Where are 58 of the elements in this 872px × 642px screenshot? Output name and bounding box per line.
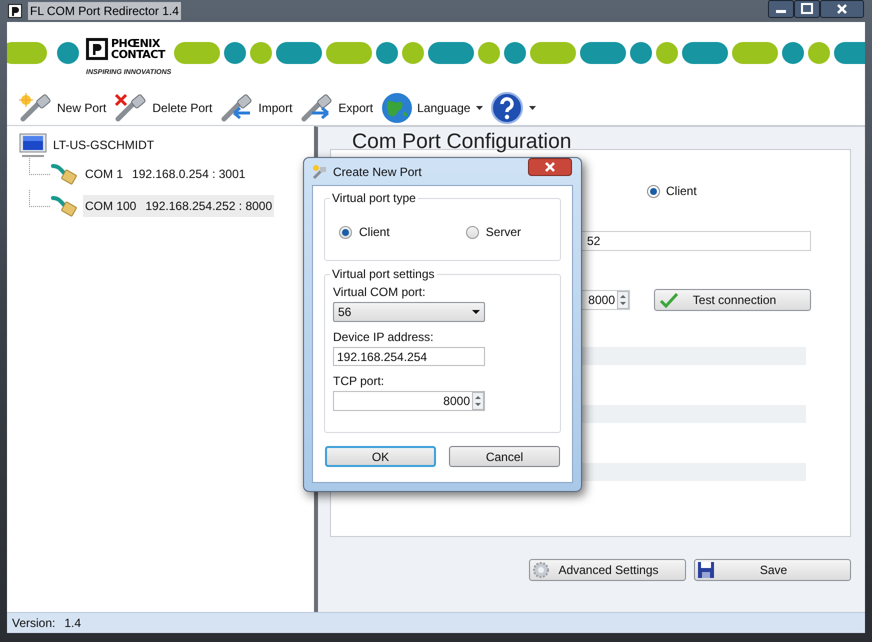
com-port-dropdown[interactable]: 56 (333, 302, 485, 322)
window-title: FL COM Port Redirector 1.4 (28, 2, 181, 20)
minimize-icon (768, 0, 794, 18)
radio-label: Server (486, 224, 522, 241)
plug-icon (312, 164, 328, 180)
gear-icon (532, 561, 550, 579)
tree-item[interactable]: LT-US-GSCHMIDT (53, 136, 154, 154)
network-cable-icon (51, 194, 77, 218)
section-heading: Com Port Configuration (352, 131, 572, 153)
spin-arrows-icon (617, 291, 629, 309)
globe-icon (381, 92, 414, 124)
group-legend: Virtual port type (330, 191, 418, 205)
logo-text: CONTACT (111, 49, 165, 60)
help-icon (491, 92, 524, 124)
dialog-button[interactable]: Cancel (449, 446, 560, 467)
tree-item[interactable]: COM 100 192.168.254.252 : 8000 (83, 195, 274, 217)
spin-arrows-icon (472, 392, 484, 410)
field-label: Device IP address: (333, 330, 434, 344)
plug-icon (19, 92, 53, 122)
app-icon (8, 4, 22, 18)
maximize-icon (794, 0, 820, 18)
tree-item[interactable]: COM 1 192.168.0.254 : 3001 (83, 163, 248, 185)
radio-button[interactable] (647, 184, 660, 198)
test-connection-button[interactable]: Test connection (654, 289, 811, 311)
radio-label: Client (666, 183, 697, 200)
checkmark-icon (659, 292, 679, 308)
version-number: 1.4 (64, 615, 82, 632)
logo-icon (86, 38, 108, 60)
tree-line-icon (29, 158, 51, 175)
toolbar-button[interactable] (489, 92, 538, 124)
close-icon (820, 0, 864, 18)
field-label: Virtual COM port: (333, 285, 426, 299)
caret-icon (472, 310, 480, 314)
field-label: TCP port: (333, 374, 386, 388)
toolbar-button[interactable]: Import (218, 92, 294, 124)
group-legend: Virtual port settings (330, 267, 436, 281)
advanced-settings-button[interactable]: Advanced Settings (529, 559, 686, 581)
ip-address-field[interactable]: 192.168.254.254 (333, 347, 485, 366)
tree-line-icon (29, 190, 51, 207)
toolbar-button[interactable]: Export (298, 92, 376, 124)
toolbar-button[interactable]: New Port (17, 92, 108, 124)
radio-button[interactable] (339, 226, 352, 238)
dialog-title: Create New Port (333, 164, 422, 180)
close-icon (528, 158, 572, 176)
logo-text: PHŒNIX (111, 38, 160, 49)
radio-button[interactable] (466, 226, 479, 238)
dialog-button[interactable]: OK (325, 446, 436, 467)
tcp-port-spinner[interactable]: 8000 (333, 391, 485, 411)
radio-label: Client (359, 224, 390, 241)
plug-icon (220, 92, 254, 122)
status-label: Version: (12, 615, 56, 632)
plug-icon (300, 92, 334, 122)
plug-icon (114, 92, 148, 122)
toolbar-button[interactable]: Language (379, 92, 486, 124)
save-button[interactable]: Save (694, 559, 851, 581)
computer-icon (17, 132, 49, 158)
toolbar-button[interactable]: Delete Port (112, 92, 214, 124)
network-cable-icon (51, 162, 77, 186)
